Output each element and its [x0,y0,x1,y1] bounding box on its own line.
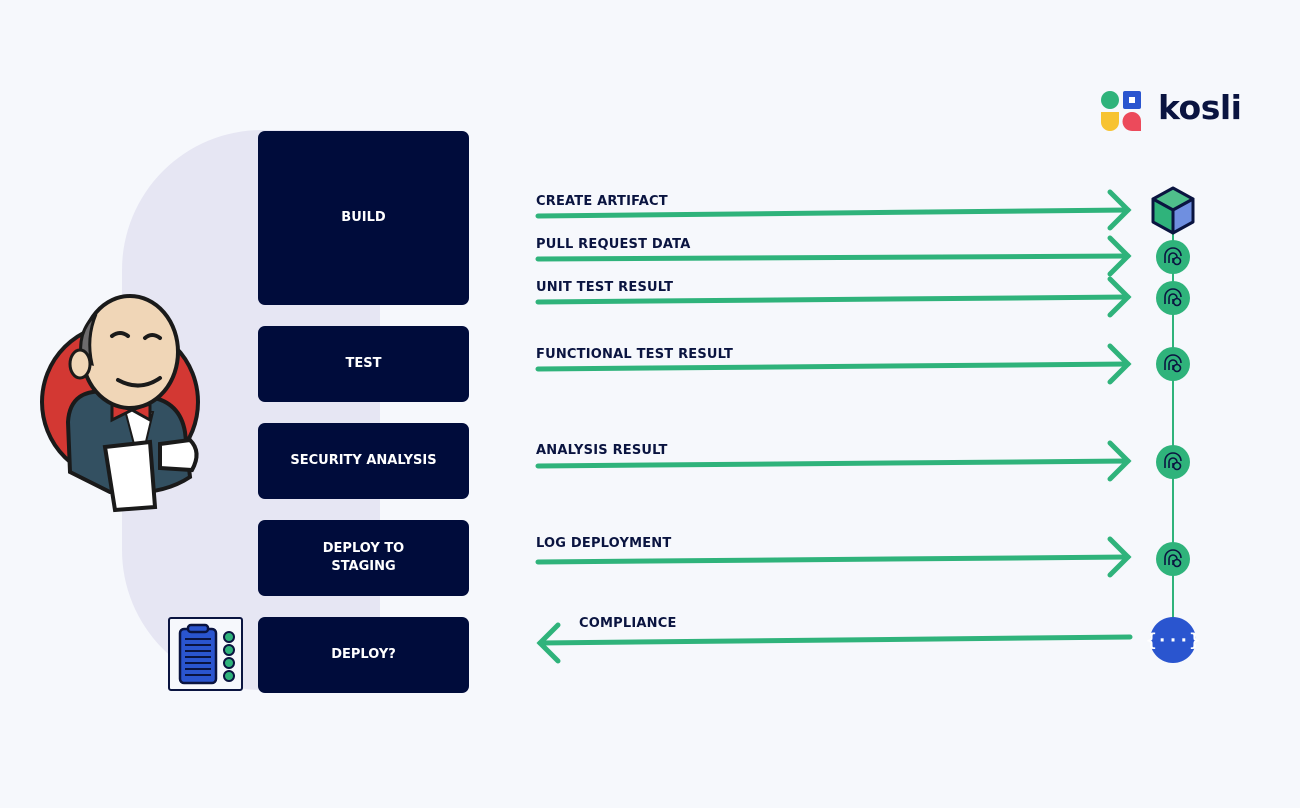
fingerprint-search-icon [1156,240,1190,274]
kosli-logo-icon [1101,91,1141,131]
flow-label-log-deployment: LOG DEPLOYMENT [536,536,672,551]
artifact-cube-icon [1151,186,1195,235]
flow-label-compliance: COMPLIANCE [579,616,677,631]
flow-label-analysis-result: ANALYSIS RESULT [536,443,668,458]
flow-label-unit-test-result: UNIT TEST RESULT [536,280,674,295]
fingerprint-search-icon [1156,445,1190,479]
kosli-logo-text: kosli [1158,88,1242,127]
api-braces-icon: {···} [1146,617,1200,663]
flow-label-functional-test-result: FUNCTIONAL TEST RESULT [536,347,734,362]
svg-text:{···}: {···} [1146,630,1200,651]
fingerprint-search-icon [1156,281,1190,315]
flow-label-pull-request-data: PULL REQUEST DATA [536,237,691,252]
fingerprint-search-icon [1156,542,1190,576]
fingerprint-search-icon [1156,347,1190,381]
flow-label-create-artifact: CREATE ARTIFACT [536,194,668,209]
